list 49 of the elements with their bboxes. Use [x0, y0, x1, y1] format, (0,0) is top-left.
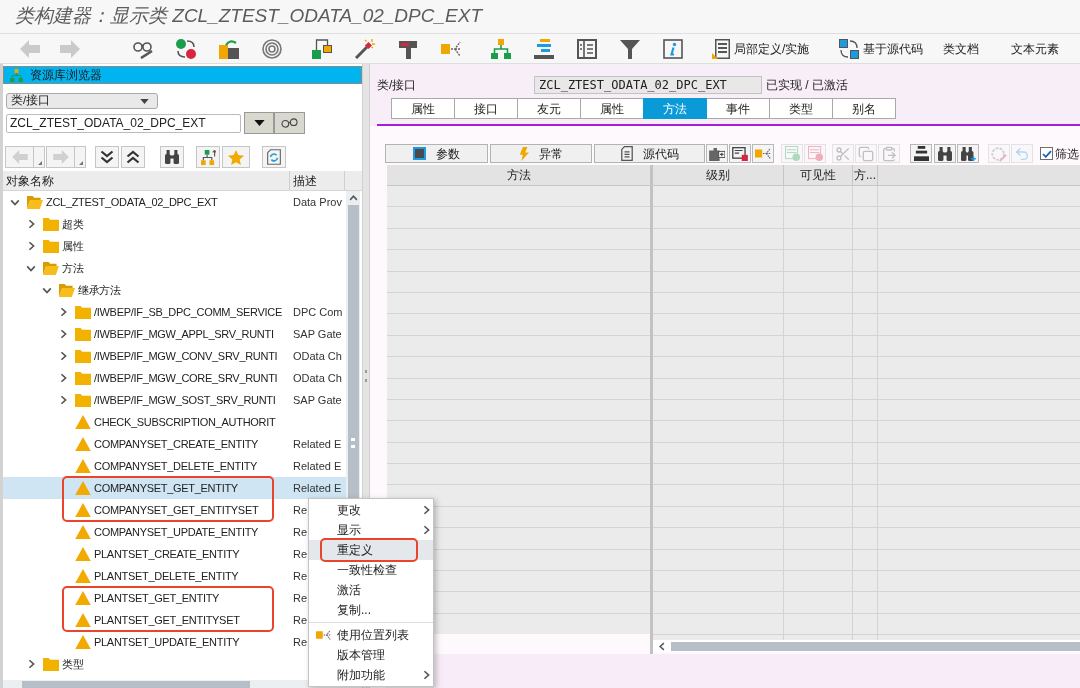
tree-item-label: COMPANYSET_UPDATE_ENTITY — [94, 524, 259, 540]
tree-item-label: ZCL_ZTEST_ODATA_02_DPC_EXT — [46, 194, 218, 210]
description-text: Re — [292, 568, 308, 584]
description-text: Related E — [292, 458, 342, 474]
description-text: Related E — [292, 480, 342, 496]
column-header: 描述 — [290, 171, 345, 190]
tree-item-label: PLANTSET_CREATE_ENTITY — [94, 546, 240, 562]
tree-item-label: COMPANYSET_CREATE_ENTITY — [94, 436, 259, 452]
column-header: 对象名称 — [3, 171, 290, 190]
tree-item-label: COMPANYSET_GET_ENTITY — [94, 480, 238, 496]
description-text: Related E — [292, 436, 342, 452]
column-header: 方法 — [505, 167, 532, 184]
description-text: OData Ch — [292, 348, 342, 364]
description-text: Re — [292, 590, 308, 606]
description-text: Data Prov — [292, 194, 342, 210]
field-label: 类/接口 — [377, 77, 418, 94]
window-title: 类构建器：显示类 ZCL_ZTEST_ODATA_02_DPC_EXT — [15, 4, 482, 29]
checkbox-label: 筛选 — [1055, 145, 1079, 163]
description-text: Re — [292, 634, 308, 650]
tree-item-label: PLANTSET_DELETE_ENTITY — [94, 568, 239, 584]
description-text: SAP Gate — [292, 392, 342, 408]
status-text: 已实现 / 已激活 — [766, 77, 848, 94]
description-text: Re — [292, 524, 308, 540]
tree-item-label: /IWBEP/IF_MGW_CORE_SRV_RUNTI — [94, 370, 278, 386]
description-text: Re — [292, 546, 308, 562]
tree-item-label: PLANTSET_UPDATE_ENTITY — [94, 634, 240, 650]
tree-item-label: PLANTSET_GET_ENTITY — [94, 590, 220, 606]
description-text: DPC Com — [292, 304, 343, 320]
tree-item-label: 继承方法 — [78, 282, 121, 298]
description-text: Re — [292, 612, 308, 628]
column-header: 可见性 — [784, 165, 853, 185]
tree-item-label: /IWBEP/IF_SB_DPC_COMM_SERVICE — [94, 304, 282, 320]
tree-item-label: PLANTSET_GET_ENTITYSET — [94, 612, 240, 628]
tree-item-label: 超类 — [62, 216, 84, 232]
column-header: 方... — [853, 165, 878, 185]
tree-item-label: COMPANYSET_DELETE_ENTITY — [94, 458, 258, 474]
panel-title: 资源库浏览器 — [30, 67, 102, 84]
tree-item-label: COMPANYSET_GET_ENTITYSET — [94, 502, 259, 518]
tree-item-label: 方法 — [62, 260, 84, 276]
tree-item-label: /IWBEP/IF_MGW_SOST_SRV_RUNTI — [94, 392, 276, 408]
tree-item-label: CHECK_SUBSCRIPTION_AUTHORIT — [94, 414, 276, 430]
tree-item-label: 属性 — [62, 238, 84, 254]
tree-item-label: /IWBEP/IF_MGW_APPL_SRV_RUNTI — [94, 326, 274, 342]
column-header: 级别 — [653, 165, 784, 185]
description-text: Re — [292, 502, 308, 518]
tree-item-label: 类型 — [62, 656, 84, 672]
tree-item-label: /IWBEP/IF_MGW_CONV_SRV_RUNTI — [94, 348, 278, 364]
description-text: SAP Gate — [292, 326, 342, 342]
description-text: OData Ch — [292, 370, 342, 386]
